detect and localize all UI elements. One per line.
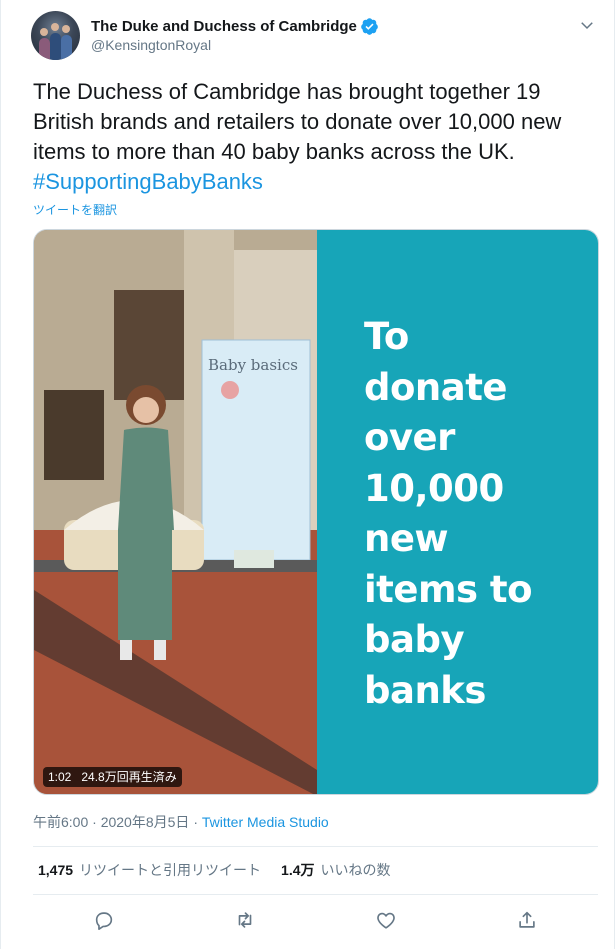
panel-line: banks [364, 668, 486, 712]
like-button[interactable] [316, 905, 457, 935]
likes-stat[interactable]: 1.4万 いいねの数 [281, 860, 390, 880]
tweet-body: The Duchess of Cambridge has brought tog… [33, 79, 562, 164]
source-link[interactable]: Twitter Media Studio [202, 814, 329, 830]
tweet-meta: 午前6:00 · 2020年8月5日 · Twitter Media Studi… [33, 812, 329, 832]
meta-separator: · [92, 814, 97, 830]
tweet-text: The Duchess of Cambridge has brought tog… [33, 77, 598, 197]
author-info: The Duke and Duchess of Cambridge @Kensi… [91, 16, 379, 53]
avatar[interactable] [31, 11, 80, 60]
tweet-detail: The Duke and Duchess of Cambridge @Kensi… [0, 0, 615, 949]
reply-icon [95, 912, 112, 930]
retweet-icon [238, 912, 252, 928]
panel-line: items to [364, 567, 533, 611]
panel-line: donate [364, 365, 508, 409]
sign-text: Baby basics [208, 356, 298, 374]
engagement-stats: 1,475 リツイートと引用リツイート 1.4万 いいねの数 [38, 860, 391, 880]
share-button[interactable] [457, 905, 598, 935]
display-name[interactable]: The Duke and Duchess of Cambridge [91, 18, 357, 35]
video-text-panel: To donate over 10,000 new items to baby … [317, 230, 598, 794]
tweet-header: The Duke and Duchess of Cambridge @Kensi… [31, 11, 598, 63]
chevron-down-icon[interactable] [578, 16, 596, 34]
tweet-time[interactable]: 午前6:00 [33, 814, 88, 830]
video-player[interactable]: Baby basics To donate over 10,000 new it… [33, 229, 599, 795]
video-duration-badge: 1:02 24.8万回再生済み [43, 767, 182, 787]
panel-line: 10,000 [364, 466, 504, 510]
likes-count: 1.4万 [281, 862, 315, 878]
retweets-stat[interactable]: 1,475 リツイートと引用リツイート [38, 860, 261, 880]
reply-button[interactable] [33, 905, 174, 935]
retweet-button[interactable] [174, 905, 315, 935]
handle[interactable]: @KensingtonRoyal [91, 37, 379, 53]
likes-label: いいねの数 [320, 862, 391, 878]
panel-line: baby [364, 618, 465, 661]
meta-separator: · [193, 814, 198, 830]
hashtag-link[interactable]: #SupportingBabyBanks [33, 169, 263, 194]
translate-link[interactable]: ツイートを翻訳 [33, 201, 117, 218]
video-thumbnail-photo: Baby basics [34, 230, 317, 794]
action-bar [33, 905, 598, 935]
retweets-label: リツイートと引用リツイート [79, 862, 262, 878]
panel-line: To [364, 315, 409, 358]
panel-line: new [364, 517, 449, 560]
share-icon [519, 911, 536, 928]
video-duration: 1:02 [48, 770, 72, 784]
video-view-count: 24.8万回再生済み [81, 770, 177, 784]
tweet-date[interactable]: 2020年8月5日 [101, 814, 190, 830]
panel-text: To donate over 10,000 new items to baby … [364, 312, 594, 716]
like-icon [377, 912, 395, 929]
verified-badge-icon [360, 17, 379, 36]
divider [33, 846, 598, 847]
retweets-count: 1,475 [38, 862, 74, 878]
panel-line: over [364, 416, 455, 459]
divider [33, 894, 598, 895]
